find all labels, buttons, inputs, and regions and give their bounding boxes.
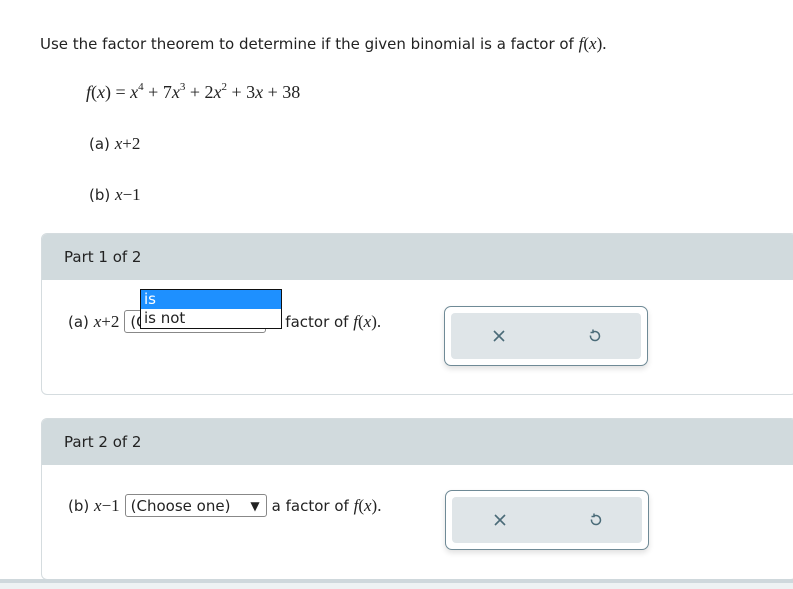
dropdown-caret-icon: ▼ [250, 498, 260, 513]
part-1-label: (a) [68, 312, 89, 331]
undo-icon [590, 513, 601, 526]
part-2-binomial: x−1 [94, 495, 120, 515]
question-text: Use the factor theorem to determine if t… [40, 35, 574, 53]
choice-b-label: (b) [89, 186, 111, 204]
part-2-reset-button[interactable] [547, 497, 642, 543]
part-1-suffix: a factor of [271, 312, 349, 331]
part-1-header: Part 1 of 2 [42, 234, 793, 280]
part-2-label: (b) [68, 496, 90, 515]
part-1-suffix-fx: f(x). [353, 311, 382, 331]
part-2-answer-row: (b) x−1 (Choose one) ▼ a factor of f(x). [68, 494, 381, 517]
part-1-binomial: x+2 [93, 311, 120, 331]
part-1-clear-button[interactable] [451, 313, 546, 359]
choice-a-label: (a) [89, 135, 110, 153]
choice-a-binomial: x+2 [114, 134, 141, 153]
choice-b-binomial: x−1 [115, 185, 141, 204]
part-1-reset-button[interactable] [546, 313, 641, 359]
part-2-panel: Part 2 of 2 (b) x−1 (Choose one) ▼ a fac… [41, 418, 793, 580]
option-is-not[interactable]: is not [141, 309, 281, 328]
close-icon [492, 330, 505, 342]
question-fx: f(x). [578, 34, 607, 53]
part-2-select-value: (Choose one) [130, 496, 231, 515]
close-icon [493, 514, 506, 526]
part-2-header: Part 2 of 2 [42, 419, 793, 465]
part-2-suffix: a factor of [271, 496, 349, 515]
undo-icon [589, 329, 600, 342]
part-1-panel: Part 1 of 2 (a) x+2 (Choose one) ▼ a fac… [41, 233, 793, 395]
bottom-strip [0, 583, 793, 589]
part-1-action-buttons [444, 306, 648, 366]
choice-a: (a) x+2 [89, 134, 140, 154]
choice-b: (b) x−1 [89, 185, 141, 205]
part-2-clear-button[interactable] [452, 497, 547, 543]
part-1-dropdown-list: is is not [140, 289, 282, 329]
part-2-title: Part 2 of 2 [64, 433, 142, 451]
part-1-title: Part 1 of 2 [64, 248, 142, 266]
part-2-suffix-fx: f(x). [353, 495, 382, 515]
function-definition: f(x) = x4 + 7x3 + 2x2 + 3x + 38 [86, 81, 301, 103]
part-2-select[interactable]: (Choose one) ▼ [124, 494, 267, 517]
question-prompt: Use the factor theorem to determine if t… [40, 34, 607, 54]
option-is[interactable]: is [141, 290, 281, 309]
part-2-action-buttons [445, 490, 649, 550]
